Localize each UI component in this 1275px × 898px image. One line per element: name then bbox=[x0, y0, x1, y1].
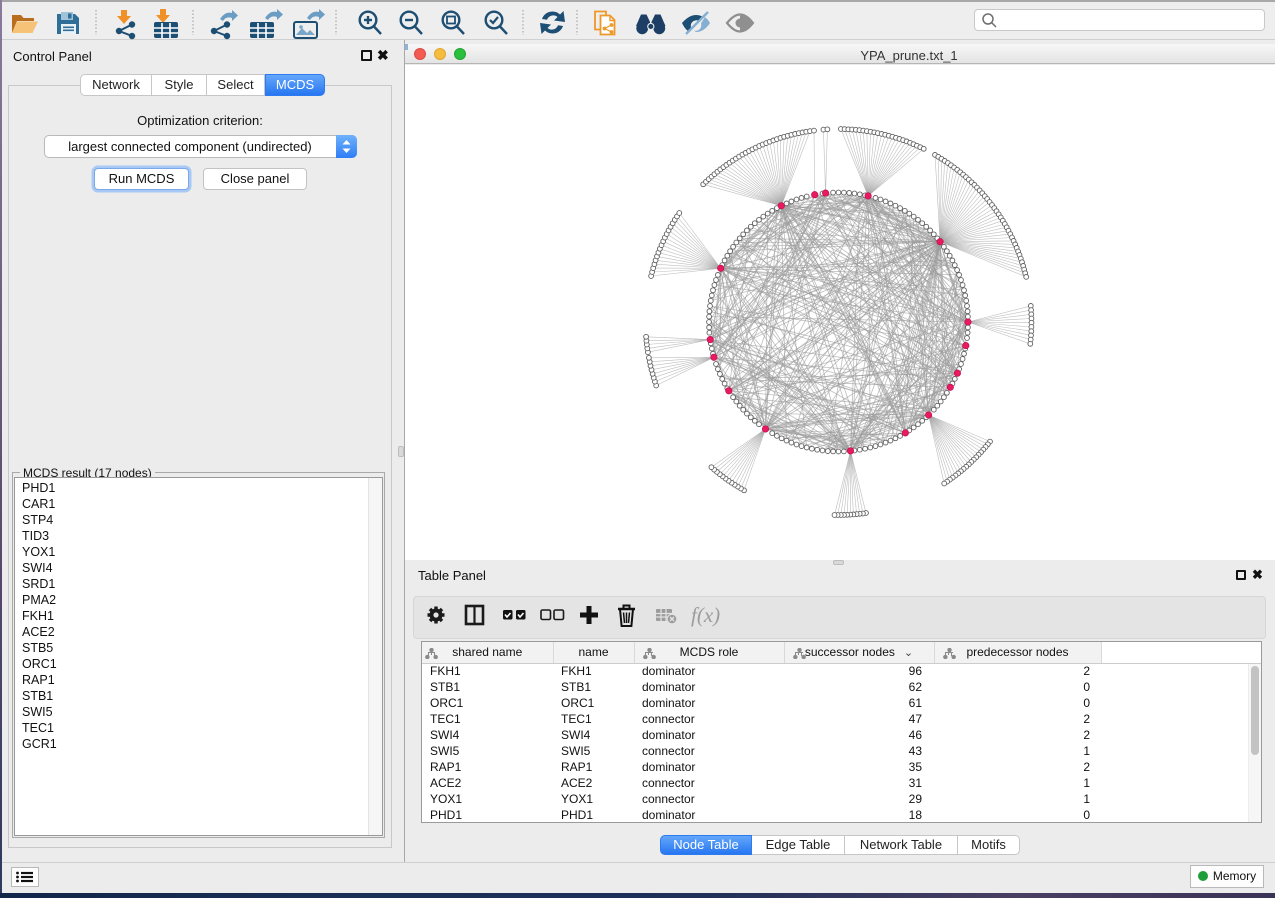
svg-text:f(x): f(x) bbox=[691, 603, 720, 627]
